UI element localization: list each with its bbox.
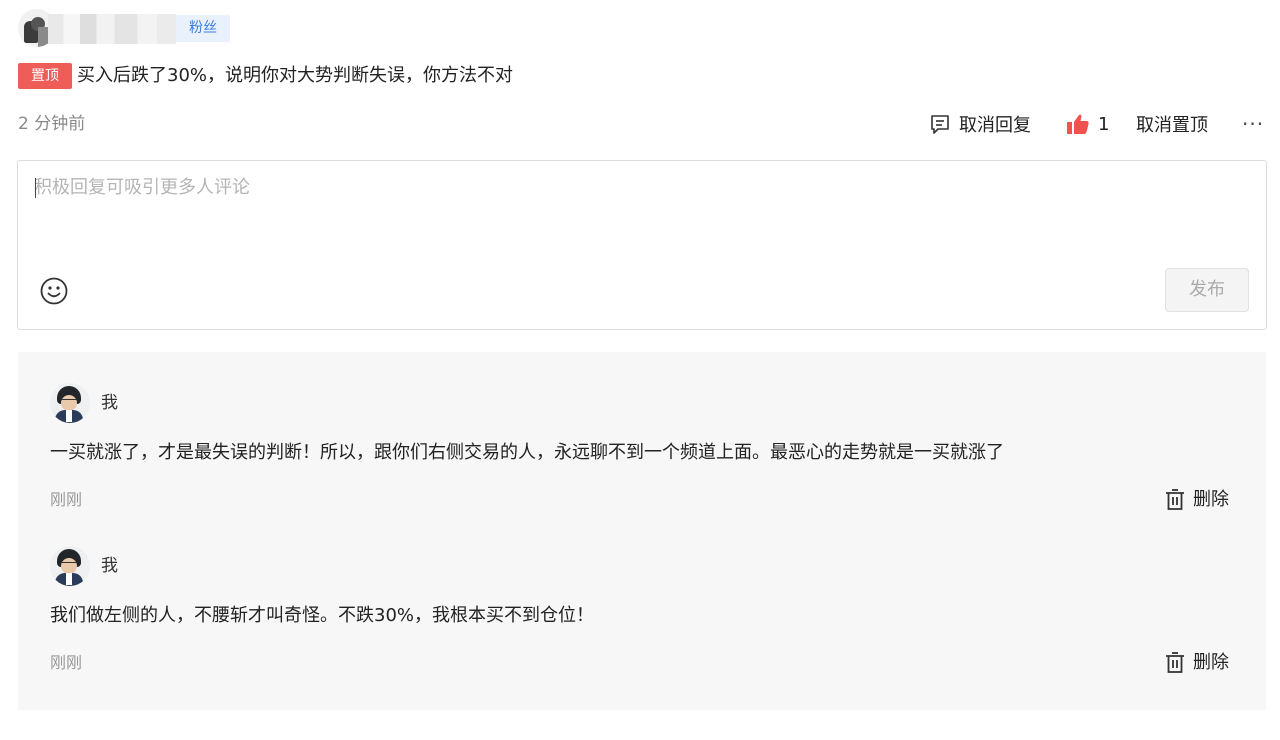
text-caret (35, 178, 36, 198)
fan-badge: 粉丝 (176, 15, 230, 42)
reply-text: 一买就涨了，才是最失误的判断！所以，跟你们右侧交易的人，永远聊不到一个频道上面。… (50, 442, 1004, 463)
cancel-reply-button[interactable]: 取消回复 (929, 110, 1031, 138)
trash-icon (1166, 489, 1184, 510)
comment-icon (931, 115, 949, 134)
unpin-button[interactable]: 取消置顶 (1136, 110, 1208, 138)
avatar[interactable] (50, 383, 90, 423)
reply-text: 我们做左侧的人，不腰斩才叫奇怪。不跌30%，我根本买不到仓位！ (50, 605, 595, 626)
reply-input[interactable] (34, 175, 1134, 245)
delete-label: 删除 (1193, 652, 1229, 673)
avatar[interactable] (50, 546, 90, 586)
delete-button[interactable]: 删除 (1165, 488, 1229, 512)
comment-time: 2 分钟前 (18, 114, 86, 134)
more-button[interactable]: ··· (1242, 110, 1264, 138)
smiley-icon (40, 277, 68, 305)
like-button[interactable]: 1 (1066, 110, 1109, 138)
emoji-button[interactable] (39, 276, 69, 306)
reply-editor: 发布 (17, 160, 1267, 330)
cancel-reply-label: 取消回复 (959, 115, 1031, 136)
reply-author[interactable]: 我 (101, 554, 118, 578)
pinned-tag: 置顶 (18, 63, 72, 89)
reply-author[interactable]: 我 (101, 391, 118, 415)
publish-button[interactable]: 发布 (1165, 268, 1249, 312)
reply-time: 刚刚 (50, 653, 83, 672)
like-count: 1 (1098, 113, 1110, 135)
delete-button[interactable]: 删除 (1165, 651, 1229, 675)
reply-time: 刚刚 (50, 490, 83, 509)
commenter-name-blurred (48, 14, 176, 44)
comment-text: 买入后跌了30%，说明你对大势判断失误，你方法不对 (77, 65, 514, 86)
replies-list: 我 一买就涨了，才是最失误的判断！所以，跟你们右侧交易的人，永远聊不到一个频道上… (18, 352, 1266, 710)
delete-label: 删除 (1193, 489, 1229, 510)
thumbs-up-icon (1067, 114, 1089, 134)
trash-icon (1166, 652, 1184, 673)
